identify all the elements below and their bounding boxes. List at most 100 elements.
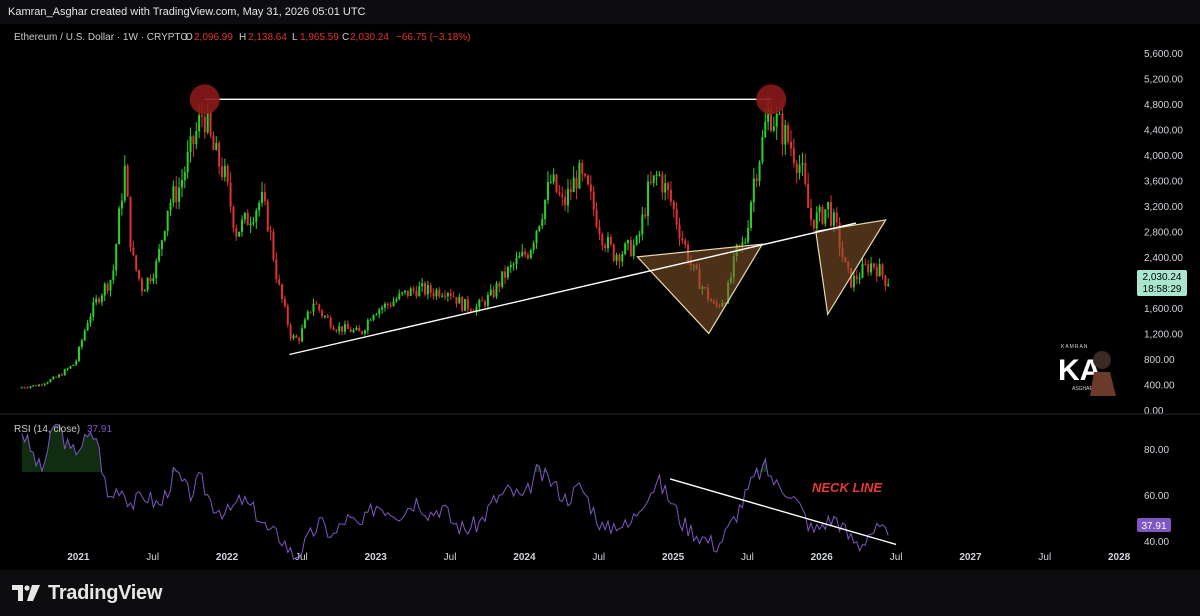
chart-svg[interactable]: Ethereum / U.S. Dollar · 1W · CRYPTO O 2…: [0, 24, 1200, 570]
tradingview-brand[interactable]: TradingView: [12, 580, 162, 606]
candle-body: [481, 300, 484, 302]
time-axis-tick: 2025: [662, 552, 685, 563]
candle-body: [772, 126, 775, 131]
time-axis-tick: Jul: [1038, 552, 1051, 563]
candle-body: [358, 327, 361, 332]
candle-body: [778, 113, 781, 115]
candle-body: [758, 162, 761, 181]
candle-body: [858, 277, 861, 280]
candle-body: [352, 329, 355, 333]
time-axis-tick: 2024: [513, 552, 536, 563]
time-axis-tick: 2023: [365, 552, 388, 563]
candle-body: [143, 290, 146, 292]
candle-body: [629, 240, 632, 257]
candle-body: [681, 237, 684, 241]
time-axis-tick: 2028: [1108, 552, 1131, 563]
candle-body: [40, 384, 43, 386]
candle-body: [658, 174, 661, 176]
candle-body: [95, 298, 98, 303]
candle-body: [564, 196, 567, 206]
candle-body: [830, 202, 833, 226]
candle-body: [484, 301, 487, 306]
candle-body: [586, 175, 589, 185]
candle-body: [489, 289, 492, 296]
candle-body: [684, 240, 687, 245]
candle-body: [521, 251, 524, 257]
candle-body: [55, 376, 58, 378]
candle-body: [98, 298, 101, 303]
candle-body: [175, 186, 178, 202]
rsi-line: [21, 423, 889, 561]
brand-name: TradingView: [48, 581, 163, 604]
candle-body: [601, 234, 604, 246]
candle-body: [452, 296, 455, 298]
candle-body: [632, 244, 635, 257]
candle-body: [609, 236, 612, 245]
price-axis-tick: 4,800.00: [1144, 100, 1183, 111]
candle-body: [72, 364, 75, 366]
candle-body: [275, 259, 278, 280]
candle-body: [884, 275, 887, 286]
price-axis-tick: 1,200.00: [1144, 329, 1183, 340]
candle-body: [206, 112, 209, 133]
candle-body: [389, 305, 392, 307]
candle-body: [332, 327, 335, 331]
rsi-axis-tick: 80.00: [1144, 445, 1169, 456]
time-axis-tick: Jul: [741, 552, 754, 563]
candle-body: [140, 278, 143, 292]
candle-body: [312, 303, 315, 312]
candle-body: [818, 206, 821, 213]
candle-body: [241, 219, 244, 232]
candle-body: [43, 383, 46, 386]
candle-body: [315, 303, 318, 305]
candle-body: [386, 303, 389, 306]
chart-area[interactable]: Ethereum / U.S. Dollar · 1W · CRYPTO O 2…: [0, 24, 1200, 570]
candle-body: [647, 181, 650, 217]
watermark-small: KAMRAN: [1061, 344, 1088, 350]
candle-body: [132, 247, 135, 256]
candle-body: [558, 192, 561, 195]
candle-body: [872, 263, 875, 268]
legend-close-value: 2,030.24: [350, 32, 389, 43]
candle-body: [415, 290, 418, 297]
candle-body: [89, 316, 92, 324]
price-axis-tick: 0.00: [1144, 406, 1164, 417]
candle-body: [109, 280, 112, 291]
candle-body: [269, 230, 272, 233]
candle-body: [504, 271, 507, 278]
legend-high-value: 2,138.64: [248, 32, 287, 43]
candle-body: [326, 316, 329, 318]
candle-body: [255, 210, 258, 223]
candle-body: [604, 245, 607, 249]
candle-body: [35, 385, 38, 387]
candle-body: [832, 212, 835, 226]
avatar: [1093, 351, 1111, 369]
candle-body: [292, 335, 295, 339]
candle-body: [209, 112, 212, 136]
candle-body: [252, 222, 255, 224]
watermark-sub: ASGHAR: [1072, 386, 1094, 392]
candle-body: [335, 330, 338, 332]
price-axis-tick: 4,000.00: [1144, 151, 1183, 162]
time-axis-tick: 2026: [811, 552, 834, 563]
candle-body: [810, 207, 813, 220]
candle-body: [49, 379, 52, 383]
price-axis-tick: 3,600.00: [1144, 176, 1183, 187]
candle-body: [301, 328, 304, 342]
neck-line-label[interactable]: NECK LINE: [812, 480, 882, 495]
candle-body: [464, 299, 467, 311]
price-axis-tick: 4,400.00: [1144, 125, 1183, 136]
candle-body: [795, 163, 798, 173]
candle-body: [429, 285, 432, 293]
candle-body: [638, 234, 641, 237]
candle-body: [789, 141, 792, 149]
candle-body: [787, 125, 790, 142]
candle-body: [438, 289, 441, 297]
candle-body: [75, 360, 78, 365]
candle-body: [744, 242, 747, 244]
candle-body: [566, 189, 569, 206]
candle-body: [667, 183, 670, 190]
candle-body: [627, 240, 630, 244]
candles-group: [20, 94, 890, 389]
candle-body: [63, 369, 66, 376]
